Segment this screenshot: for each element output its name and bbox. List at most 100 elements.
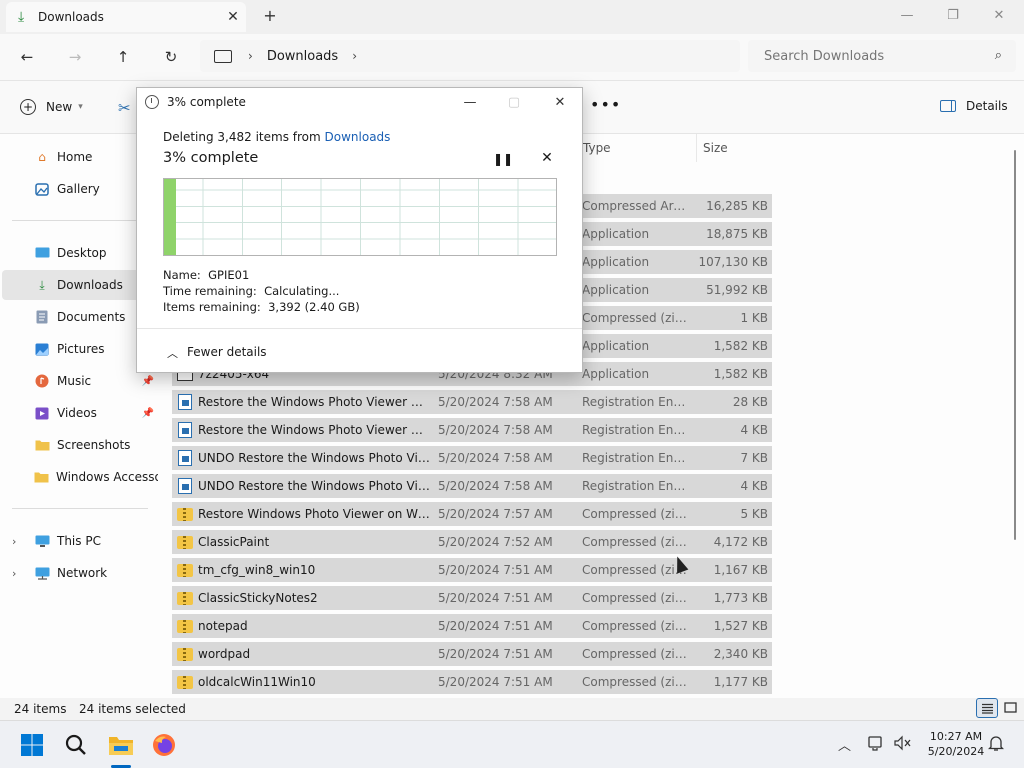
tiles-view-icon <box>1003 702 1017 713</box>
items-remaining: Items remaining: 3,392 (2.40 GB) <box>163 300 360 314</box>
table-row[interactable]: Restore the Windows Photo Viewer ALL ...… <box>172 390 772 414</box>
details-view-button[interactable] <box>976 698 998 718</box>
file-name: Restore Windows Photo Viewer on Wind... <box>198 507 430 521</box>
file-type: Compressed (zipp... <box>582 591 688 605</box>
file-type: Registration Entries <box>582 479 688 493</box>
sidebar-item-videos[interactable]: Videos 📌 <box>2 398 158 428</box>
sidebar-item-music[interactable]: Music 📌 <box>2 366 158 396</box>
sidebar-item-screenshots[interactable]: Screenshots <box>2 430 158 460</box>
search-input[interactable] <box>764 48 974 64</box>
progress-fill <box>164 179 176 255</box>
destination-link[interactable]: Downloads <box>325 130 391 144</box>
breadcrumb-downloads[interactable]: Downloads <box>267 49 338 64</box>
system-clock[interactable]: 10:27 AM 5/20/2024 <box>924 729 988 759</box>
home-icon: ⌂ <box>38 150 46 164</box>
videos-icon <box>34 406 50 420</box>
up-button[interactable]: ↑ <box>110 44 136 70</box>
file-name: Restore the Windows Photo Viewer ALL ... <box>198 395 430 409</box>
address-bar[interactable]: › Downloads › <box>200 40 740 72</box>
chevron-right-icon[interactable]: › <box>12 535 16 548</box>
file-date: 5/20/2024 7:51 AM <box>438 647 553 661</box>
table-row[interactable]: UNDO Restore the Windows Photo Viewe... 5… <box>172 474 772 498</box>
pin-icon[interactable]: 📌 <box>142 376 154 387</box>
sidebar-item-network[interactable]: › Network <box>2 558 158 588</box>
new-button[interactable]: + New ▾ <box>20 99 83 115</box>
file-explorer-icon <box>109 737 133 755</box>
table-row[interactable]: oldcalcWin11Win10 5/20/2024 7:51 AM Compre… <box>172 670 772 694</box>
chevron-right-icon[interactable]: › <box>352 49 357 63</box>
sidebar-item-desktop[interactable]: Desktop <box>2 238 158 268</box>
back-button[interactable]: ← <box>14 44 40 70</box>
search-taskbar-button[interactable] <box>62 731 90 759</box>
file-size: 28 KB <box>732 395 768 409</box>
forward-button[interactable]: → <box>62 44 88 70</box>
firefox-taskbar-button[interactable] <box>150 731 178 759</box>
network-icon <box>34 566 50 580</box>
column-header-size[interactable]: Size <box>696 134 776 162</box>
sidebar-item-home[interactable]: ⌂ Home <box>2 142 158 172</box>
chevron-up-icon[interactable]: ︿ <box>838 735 851 754</box>
refresh-button[interactable]: ↻ <box>158 44 184 70</box>
table-row[interactable]: ClassicPaint 5/20/2024 7:52 AM Compressed … <box>172 530 772 554</box>
file-size: 1,527 KB <box>713 619 768 633</box>
file-size: 1,773 KB <box>713 591 768 605</box>
dialog-title-bar[interactable]: 3% complete — ▢ ✕ <box>137 88 582 116</box>
maximize-button[interactable]: ❐ <box>930 0 976 30</box>
dialog-minimize-button[interactable]: — <box>455 92 485 112</box>
file-date: 5/20/2024 7:58 AM <box>438 423 553 437</box>
vertical-scrollbar[interactable] <box>1014 150 1016 540</box>
file-size: 1,177 KB <box>713 675 768 689</box>
column-header-type[interactable]: Type <box>576 134 694 162</box>
chevron-right-icon[interactable]: › <box>12 567 16 580</box>
tab-label: Downloads <box>38 10 104 24</box>
cut-icon[interactable]: ✂ <box>118 99 131 117</box>
sidebar-item-documents[interactable]: Documents <box>2 302 158 332</box>
sidebar-item-label: Home <box>57 150 93 164</box>
zip-folder-icon <box>176 646 194 662</box>
file-type: Compressed (zipp... <box>582 311 688 325</box>
tab-close-button[interactable]: ✕ <box>220 9 246 25</box>
pause-button[interactable]: ❚❚ <box>493 152 513 166</box>
tiles-view-button[interactable] <box>999 698 1021 718</box>
chevron-right-icon[interactable]: › <box>248 49 253 63</box>
file-type: Compressed (zipp... <box>582 535 688 549</box>
desktop-icon <box>34 246 50 260</box>
taskbar: ︿ 10:27 AM 5/20/2024 <box>0 720 1024 768</box>
table-row[interactable]: Restore the Windows Photo Viewer CURR...… <box>172 418 772 442</box>
search-box[interactable]: ⌕ <box>748 40 1016 72</box>
network-status-icon[interactable] <box>868 735 886 755</box>
table-row[interactable]: UNDO Restore the Windows Photo Viewe... 5… <box>172 446 772 470</box>
sidebar-divider <box>12 220 148 221</box>
file-size: 1 KB <box>740 311 768 325</box>
fewer-details-button[interactable]: Fewer details <box>187 345 267 359</box>
sidebar-item-pictures[interactable]: Pictures <box>2 334 158 364</box>
dialog-maximize-button[interactable]: ▢ <box>499 92 529 112</box>
table-row[interactable]: notepad 5/20/2024 7:51 AM Compressed (zipp… <box>172 614 772 638</box>
new-tab-button[interactable]: + <box>258 6 282 28</box>
sidebar-item-downloads[interactable]: ⤓ Downloads <box>2 270 158 300</box>
file-size: 4 KB <box>740 479 768 493</box>
more-options-button[interactable]: ••• <box>590 95 621 114</box>
file-type: Application <box>582 227 650 241</box>
table-row[interactable]: wordpad 5/20/2024 7:51 AM Compressed (zipp… <box>172 642 772 666</box>
sidebar-item-label: Gallery <box>57 182 100 196</box>
tab-downloads[interactable]: ⤓ Downloads ✕ <box>6 2 246 32</box>
file-explorer-taskbar-button[interactable] <box>107 731 135 759</box>
sidebar-item-gallery[interactable]: Gallery <box>2 174 158 204</box>
volume-muted-icon[interactable] <box>894 735 912 755</box>
close-window-button[interactable]: ✕ <box>976 0 1022 30</box>
file-name: UNDO Restore the Windows Photo Viewe... <box>198 451 430 465</box>
sidebar-item-windows-accessories[interactable]: Windows Accessories <box>2 462 158 492</box>
cancel-operation-button[interactable]: ✕ <box>537 150 557 166</box>
table-row[interactable]: Restore Windows Photo Viewer on Wind... 5… <box>172 502 772 526</box>
details-button[interactable]: Details <box>940 99 1008 113</box>
start-button[interactable] <box>18 731 46 759</box>
file-size: 4 KB <box>740 423 768 437</box>
chevron-up-icon[interactable]: ︿ <box>167 345 178 361</box>
notifications-bell-icon[interactable] <box>987 735 1005 756</box>
dialog-close-button[interactable]: ✕ <box>545 92 575 112</box>
pin-icon[interactable]: 📌 <box>142 408 154 419</box>
sidebar-item-this-pc[interactable]: › This PC <box>2 526 158 556</box>
minimize-button[interactable]: — <box>884 0 930 30</box>
table-row[interactable]: ClassicStickyNotes2 5/20/2024 7:51 AM Comp… <box>172 586 772 610</box>
